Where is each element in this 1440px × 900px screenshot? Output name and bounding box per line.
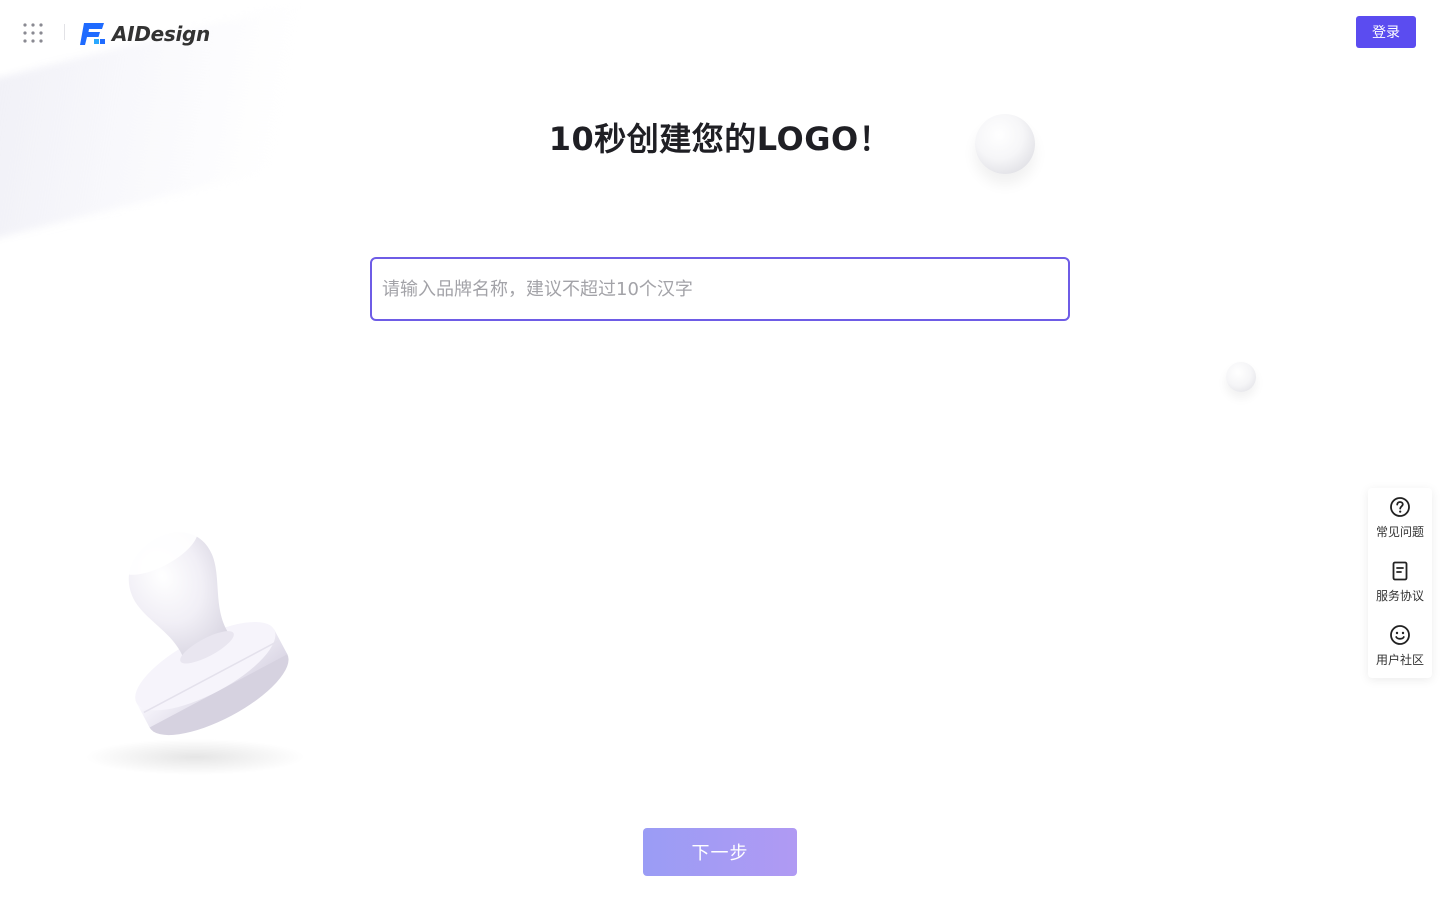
document-icon: [1392, 561, 1408, 581]
service-agreement-label: 服务协议: [1375, 589, 1424, 603]
page: AIDesign 登录 10秒创建您的LOGO！ 请输入品牌名称，建议不超过10…: [0, 0, 1440, 900]
stamp-illustration: [85, 522, 305, 775]
faq-tool[interactable]: 常见问题: [1368, 488, 1432, 548]
faq-label: 常见问题: [1375, 525, 1424, 539]
logo-mark-icon: [80, 23, 105, 45]
decorative-sphere-large: [975, 114, 1035, 174]
next-step-button[interactable]: 下一步: [643, 828, 797, 876]
service-agreement-tool[interactable]: 服务协议: [1368, 552, 1432, 612]
user-community-tool[interactable]: 用户社区: [1368, 616, 1432, 676]
decorative-sphere-small: [1226, 362, 1256, 392]
login-button[interactable]: 登录: [1356, 16, 1416, 48]
smile-face-icon: [1390, 625, 1410, 645]
side-tools-panel: 常见问题 服务协议 用户社区: [1368, 488, 1432, 678]
site-logo[interactable]: AIDesign: [80, 20, 210, 48]
top-header: AIDesign 登录: [0, 0, 1440, 64]
apps-grid-icon[interactable]: [22, 22, 44, 44]
header-divider: [64, 24, 65, 40]
question-circle-icon: [1390, 497, 1410, 517]
logo-text: AIDesign: [112, 22, 211, 46]
user-community-label: 用户社区: [1375, 653, 1424, 667]
brand-name-input[interactable]: [370, 257, 1070, 321]
page-title: 10秒创建您的LOGO！: [548, 120, 892, 158]
